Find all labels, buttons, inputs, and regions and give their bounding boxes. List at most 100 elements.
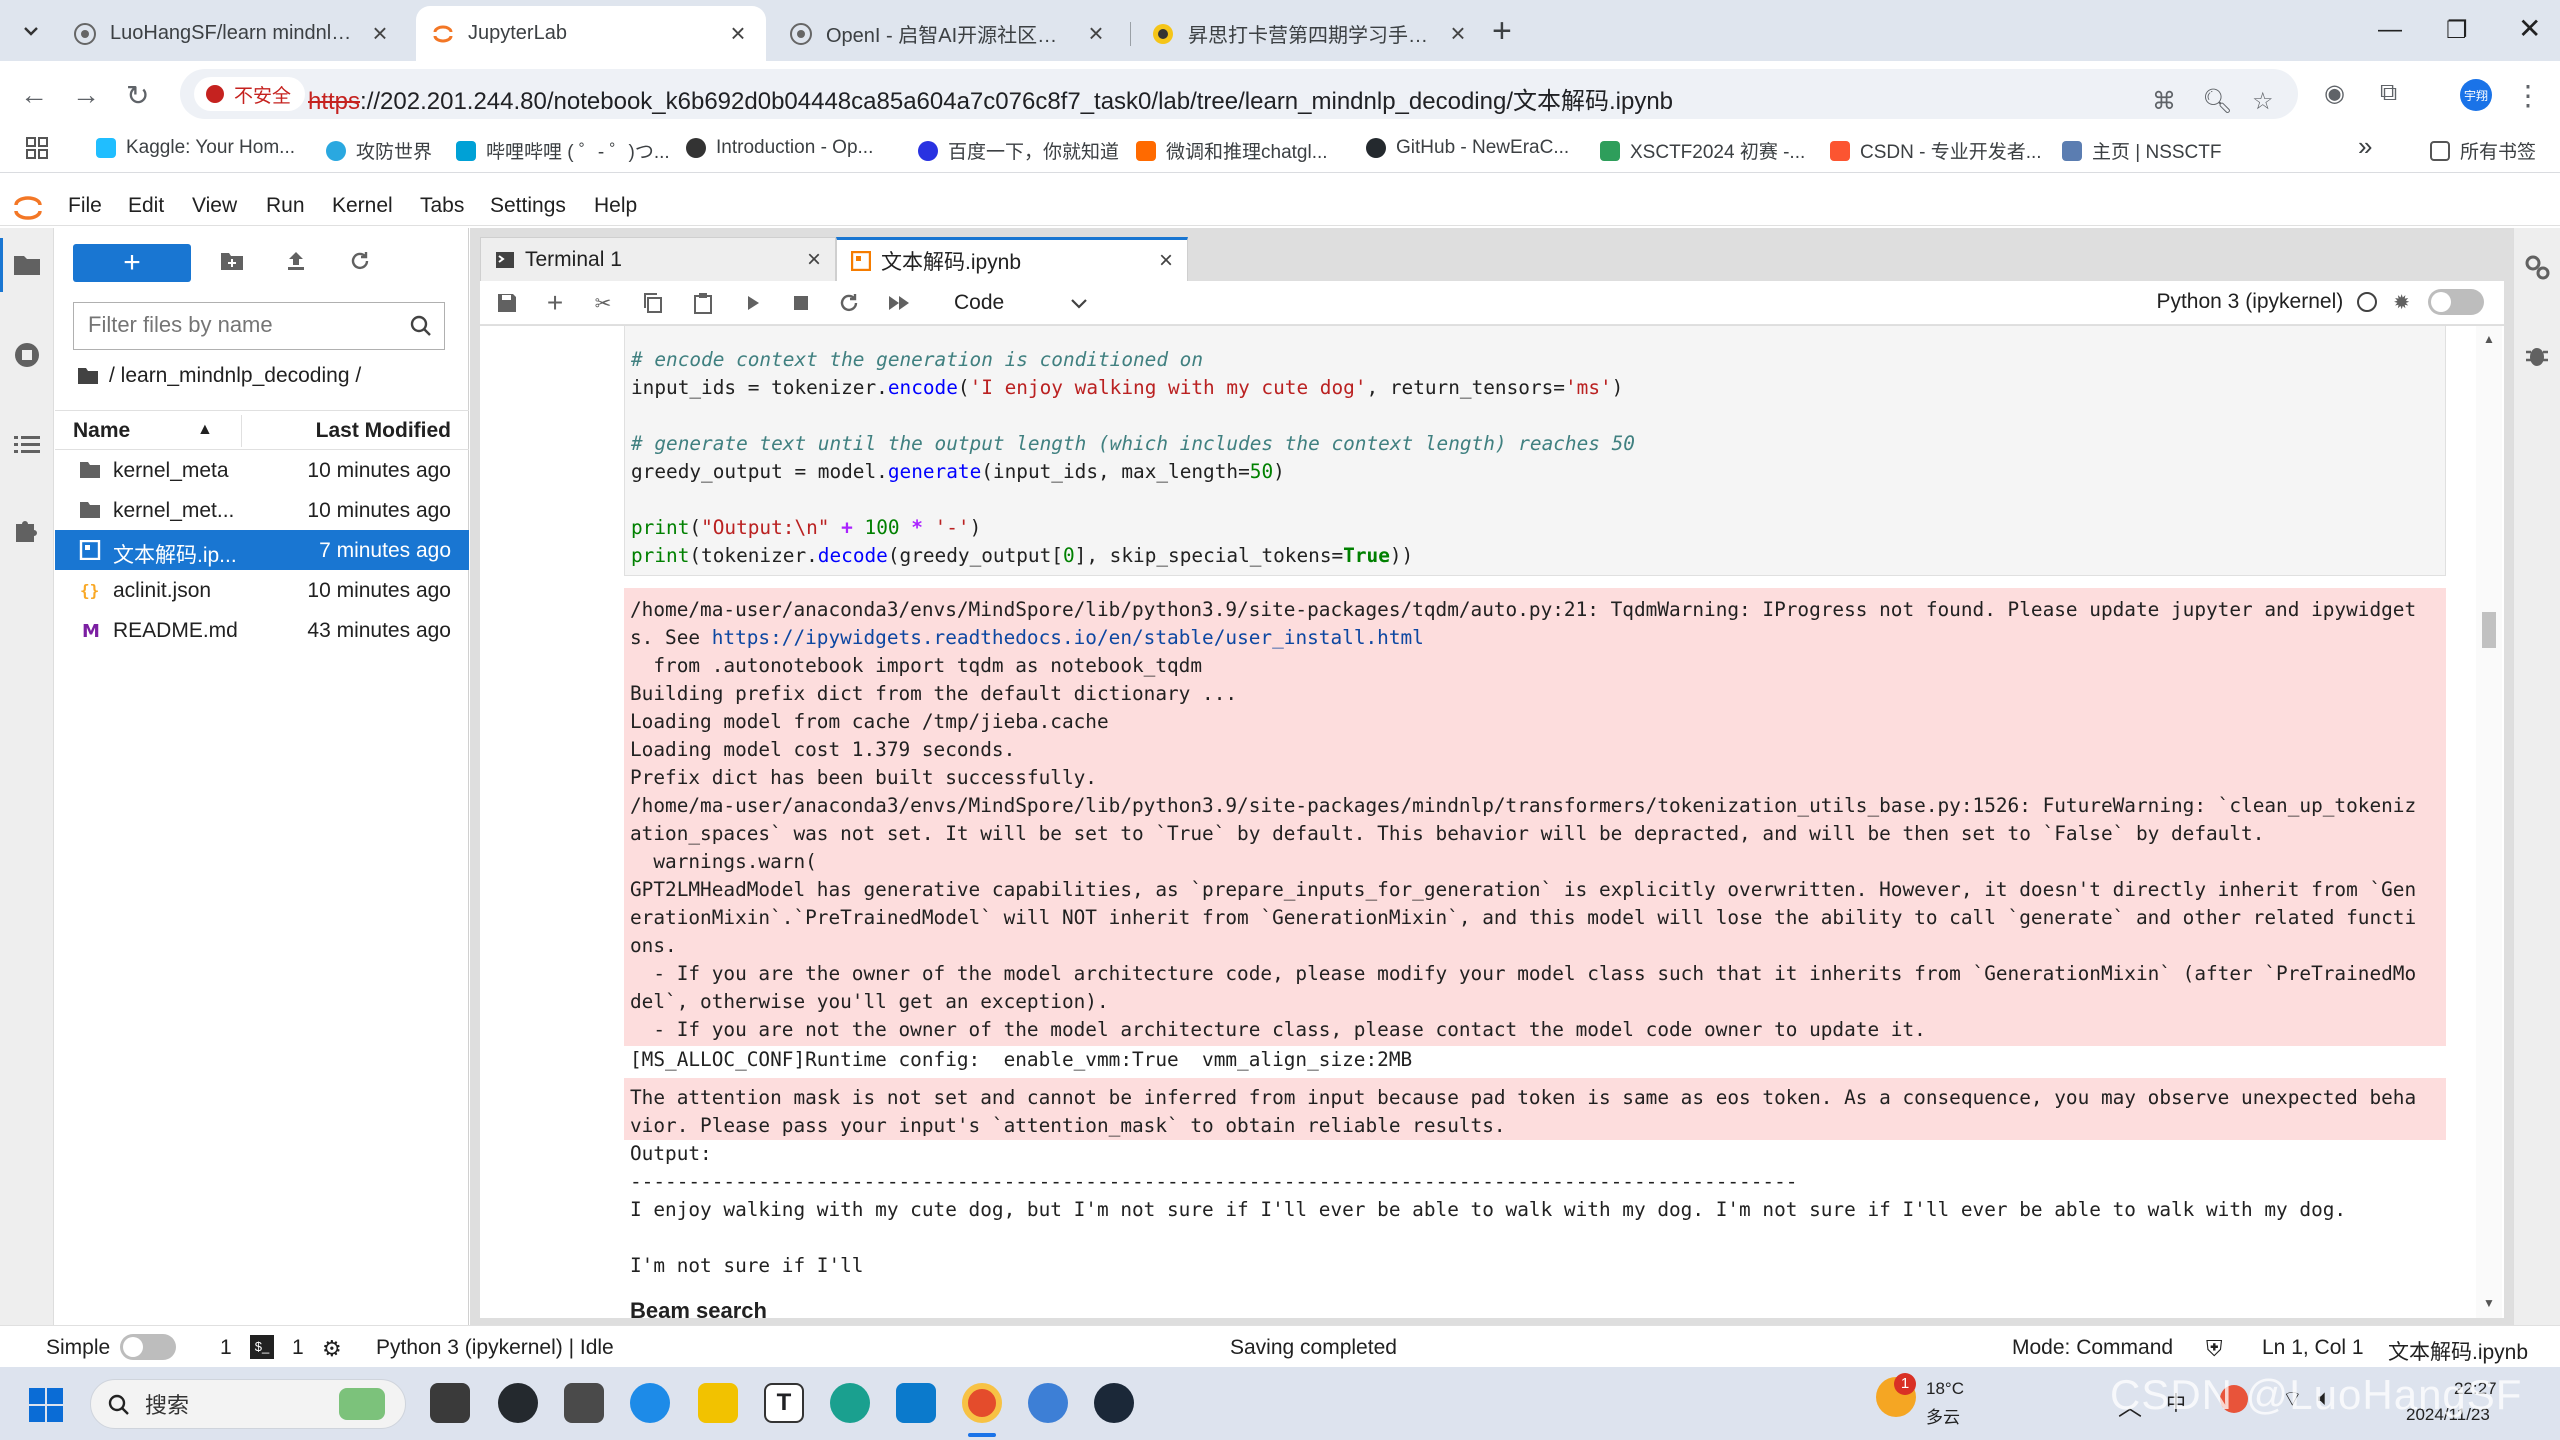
table-of-contents-icon[interactable] bbox=[12, 430, 42, 460]
bookmark-xsctf[interactable]: XSCTF2024 初赛 -... bbox=[1600, 137, 1805, 164]
bookmark-chatglm[interactable]: 微调和推理chatgl... bbox=[1136, 137, 1328, 164]
kernel-name[interactable]: Python 3 (ipykernel) bbox=[2156, 290, 2343, 314]
windows-start-icon[interactable] bbox=[28, 1387, 64, 1423]
menu-kernel[interactable]: Kernel bbox=[332, 194, 393, 218]
file-row[interactable]: M README.md 43 minutes ago bbox=[55, 610, 469, 650]
bookmark-nssctf[interactable]: 主页 | NSSCTF bbox=[2062, 137, 2222, 164]
maximize-button[interactable]: ❐ bbox=[2446, 16, 2468, 45]
debugger-bug-icon[interactable] bbox=[2522, 340, 2552, 370]
bookmark-csdn[interactable]: CSDN - 专业开发者... bbox=[1830, 137, 2042, 164]
close-icon[interactable]: × bbox=[1159, 247, 1173, 275]
all-bookmarks-button[interactable]: 所有书签 bbox=[2430, 137, 2536, 164]
translate-icon[interactable]: ⌘ bbox=[2152, 87, 2176, 116]
extension-puzzle-icon[interactable] bbox=[12, 514, 42, 544]
debugger-bug-icon[interactable]: ✹ bbox=[2393, 290, 2410, 315]
window-close-button[interactable]: ✕ bbox=[2518, 12, 2541, 45]
back-button[interactable]: ← bbox=[20, 79, 48, 111]
cursor-position[interactable]: Ln 1, Col 1 bbox=[2262, 1336, 2364, 1360]
interrupt-kernel-button[interactable] bbox=[788, 290, 814, 316]
more-menu-icon[interactable]: ⋮ bbox=[2514, 79, 2542, 112]
sort-ascending-icon[interactable]: ▲ bbox=[197, 421, 213, 439]
restart-kernel-button[interactable] bbox=[836, 290, 862, 316]
simple-mode-toggle[interactable] bbox=[120, 1334, 176, 1360]
property-inspector-icon[interactable] bbox=[2522, 252, 2552, 282]
kernel-count[interactable]: 1 bbox=[220, 1336, 232, 1360]
menu-run[interactable]: Run bbox=[266, 194, 305, 218]
menu-settings[interactable]: Settings bbox=[490, 194, 566, 218]
name-column-header[interactable]: Name bbox=[73, 419, 130, 443]
close-icon[interactable]: × bbox=[1084, 18, 1108, 49]
unity-icon[interactable] bbox=[564, 1383, 604, 1423]
save-button[interactable] bbox=[494, 290, 520, 316]
running-kernels-icon[interactable] bbox=[12, 340, 42, 370]
file-row[interactable]: {} aclinit.json 10 minutes ago bbox=[55, 570, 469, 610]
reload-button[interactable]: ↻ bbox=[126, 79, 149, 112]
browser-tab-mindspore[interactable]: 昇思打卡营第四期学习手册（记 × bbox=[1136, 6, 1486, 61]
forward-button[interactable]: → bbox=[72, 79, 100, 111]
notebook-scrollbar[interactable]: ▲ ▼ bbox=[2476, 326, 2502, 1318]
bookmark-openai[interactable]: Introduction - Op... bbox=[686, 137, 873, 159]
browser-tab-openi[interactable]: OpenI - 启智AI开源社区提供普 × bbox=[774, 6, 1124, 61]
menu-view[interactable]: View bbox=[192, 194, 237, 218]
vscode-icon[interactable] bbox=[896, 1383, 936, 1423]
new-launcher-button[interactable]: + bbox=[73, 244, 191, 282]
doc-tab-notebook[interactable]: 文本解码.ipynb × bbox=[836, 237, 1188, 281]
bookmark-baidu[interactable]: 百度一下，你就知道 bbox=[918, 137, 1119, 164]
close-icon[interactable]: × bbox=[1446, 18, 1470, 49]
edge-icon[interactable] bbox=[830, 1383, 870, 1423]
menu-help[interactable]: Help bbox=[594, 194, 637, 218]
security-indicator[interactable]: 不安全 bbox=[194, 77, 306, 111]
refresh-button[interactable] bbox=[345, 246, 375, 276]
menu-edit[interactable]: Edit bbox=[128, 194, 164, 218]
puzzle-icon[interactable]: ⧉ bbox=[2380, 79, 2397, 107]
new-folder-button[interactable] bbox=[217, 246, 247, 276]
paste-button[interactable] bbox=[690, 290, 716, 316]
bookmark-bilibili[interactable]: 哔哩哔哩 ( ゜- ゜)つ... bbox=[456, 137, 670, 164]
bookmark-star-icon[interactable]: ☆ bbox=[2252, 87, 2274, 116]
close-icon[interactable]: × bbox=[807, 246, 821, 274]
app-icon[interactable] bbox=[1028, 1383, 1068, 1423]
trusted-shield-icon[interactable]: ⛨ bbox=[2206, 1336, 2223, 1362]
filter-files-input[interactable] bbox=[74, 303, 394, 347]
menu-tabs[interactable]: Tabs bbox=[420, 194, 464, 218]
kernel-status[interactable]: Python 3 (ipykernel) | Idle bbox=[376, 1336, 614, 1360]
task-view-icon[interactable] bbox=[430, 1383, 470, 1423]
apps-grid-icon[interactable] bbox=[26, 137, 48, 159]
restart-run-all-button[interactable] bbox=[886, 290, 912, 316]
zoom-icon[interactable]: 🔍︎ bbox=[2202, 87, 2232, 116]
file-row-selected[interactable]: 文本解码.ip... 7 minutes ago bbox=[55, 530, 469, 570]
modified-column-header[interactable]: Last Modified bbox=[316, 419, 451, 443]
run-cell-button[interactable] bbox=[740, 290, 766, 316]
file-row[interactable]: kernel_meta 10 minutes ago bbox=[55, 450, 469, 490]
bookmarks-overflow-button[interactable]: » bbox=[2358, 131, 2372, 162]
github-desktop-icon[interactable] bbox=[498, 1383, 538, 1423]
file-row[interactable]: kernel_met... 10 minutes ago bbox=[55, 490, 469, 530]
qq-icon[interactable] bbox=[630, 1383, 670, 1423]
scroll-up-arrow[interactable]: ▲ bbox=[2483, 332, 2495, 346]
kernel-indicator[interactable]: Python 3 (ipykernel) ✹ bbox=[2156, 289, 2484, 315]
new-tab-button[interactable]: + bbox=[1492, 12, 1512, 51]
cell-type-dropdown[interactable]: Code bbox=[944, 289, 1094, 319]
close-icon[interactable]: × bbox=[368, 18, 392, 49]
scroll-down-arrow[interactable]: ▼ bbox=[2483, 1296, 2495, 1310]
browser-tab-jupyterlab[interactable]: JupyterLab × bbox=[416, 6, 766, 61]
terminal-count[interactable]: 1 bbox=[292, 1336, 304, 1360]
tab-search-button[interactable] bbox=[14, 14, 48, 48]
url-text[interactable]: https://202.201.244.80/notebook_k6b692d0… bbox=[308, 81, 1673, 116]
ipywidgets-install-link[interactable]: https://ipywidgets.readthedocs.io/en/sta… bbox=[712, 626, 1424, 649]
code-cell-editor[interactable]: # encode context the generation is condi… bbox=[624, 326, 2446, 576]
insert-cell-button[interactable]: + bbox=[542, 287, 568, 318]
taskbar-search[interactable]: 搜索 bbox=[90, 1379, 406, 1429]
bookmark-kaggle[interactable]: Kaggle: Your Hom... bbox=[96, 137, 295, 159]
chrome-icon[interactable] bbox=[962, 1383, 1002, 1423]
close-icon[interactable]: × bbox=[726, 18, 750, 49]
copy-button[interactable] bbox=[640, 290, 666, 316]
file-explorer-icon[interactable] bbox=[698, 1383, 738, 1423]
minimize-button[interactable]: — bbox=[2378, 16, 2402, 44]
bookmark-adworld[interactable]: 攻防世界 bbox=[326, 137, 432, 164]
filter-files-field[interactable] bbox=[73, 302, 445, 350]
upload-button[interactable] bbox=[281, 246, 311, 276]
debugger-toggle[interactable] bbox=[2428, 289, 2484, 315]
avatar[interactable]: 宇翔 bbox=[2460, 79, 2492, 111]
typora-icon[interactable]: T bbox=[764, 1383, 804, 1423]
